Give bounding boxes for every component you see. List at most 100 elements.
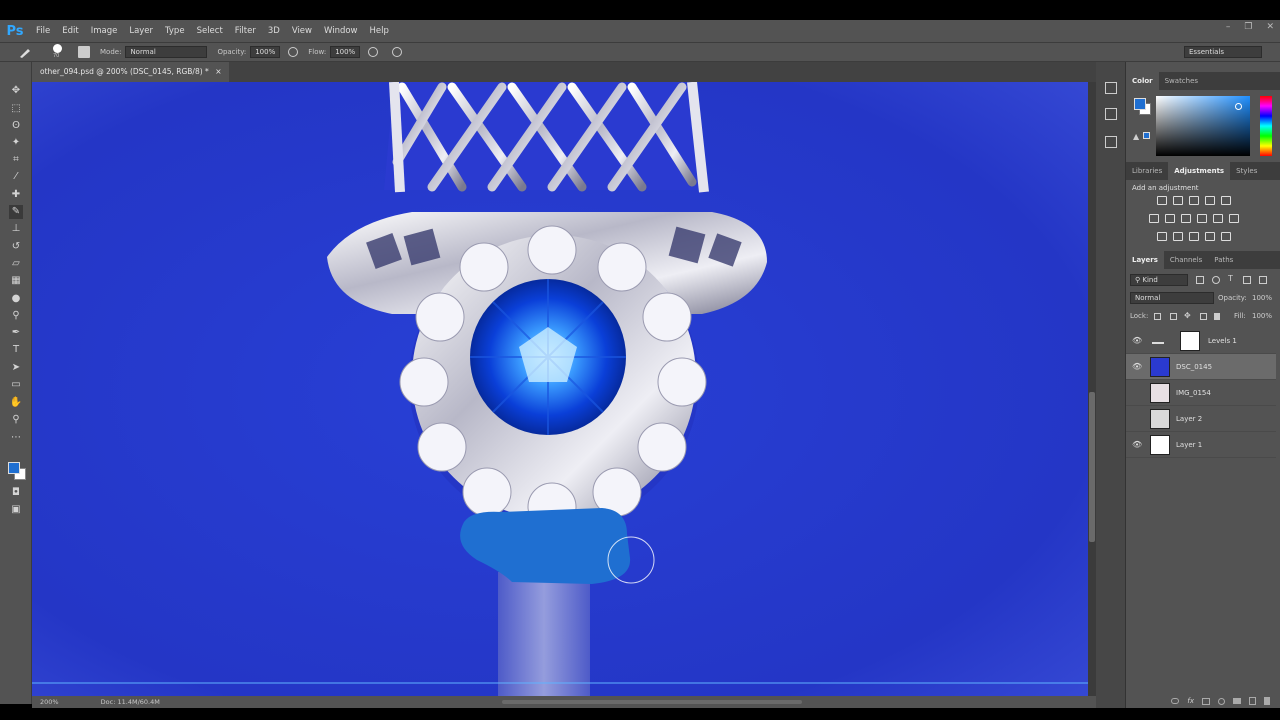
fill-value[interactable]: 100% xyxy=(1252,312,1272,320)
document-tab[interactable]: other_094.psd @ 200% (DSC_0145, RGB/8) *… xyxy=(32,62,230,82)
properties-panel-icon[interactable] xyxy=(1105,108,1117,120)
zoom-tool-icon[interactable]: ⚲ xyxy=(9,413,23,427)
posterize-icon[interactable] xyxy=(1173,232,1183,241)
eye-icon[interactable]: 👁 xyxy=(1132,440,1142,450)
dodge-tool-icon[interactable]: ⚲ xyxy=(9,309,23,323)
layer-filter-kind[interactable]: ⚲ Kind xyxy=(1130,274,1188,286)
color-picker-marker[interactable] xyxy=(1235,103,1242,110)
rectangle-tool-icon[interactable]: ▭ xyxy=(9,378,23,392)
menu-view[interactable]: View xyxy=(286,26,318,36)
tab-libraries[interactable]: Libraries xyxy=(1126,162,1168,180)
lock-all-icon[interactable] xyxy=(1214,313,1220,320)
layer-row-layer-2[interactable]: Layer 2 xyxy=(1126,406,1276,432)
more-tools-icon[interactable]: ⋯ xyxy=(9,431,23,445)
lock-position-icon[interactable]: ✥ xyxy=(1184,311,1191,320)
web-safe-swatch[interactable] xyxy=(1143,132,1150,139)
layer-row-layer-1[interactable]: 👁 Layer 1 xyxy=(1126,432,1276,458)
document-tab-close[interactable]: × xyxy=(215,67,221,76)
lock-transparent-icon[interactable] xyxy=(1154,313,1161,320)
zoom-level[interactable]: 200% xyxy=(40,698,59,706)
screen-mode-icon[interactable]: ▣ xyxy=(9,503,23,517)
color-lookup-icon[interactable] xyxy=(1229,214,1239,223)
menu-image[interactable]: Image xyxy=(85,26,124,36)
opacity-field[interactable]: 100% xyxy=(250,46,281,58)
lock-pixels-icon[interactable] xyxy=(1170,313,1177,320)
gradient-tool-icon[interactable]: ▦ xyxy=(9,274,23,288)
menu-file[interactable]: File xyxy=(30,26,56,36)
airbrush-icon[interactable] xyxy=(368,47,379,57)
filter-type-icon[interactable]: T xyxy=(1228,274,1233,283)
menu-layer[interactable]: Layer xyxy=(123,26,159,36)
brush-preset-picker[interactable]: 70 xyxy=(48,43,70,61)
filter-smart-icon[interactable] xyxy=(1259,276,1267,284)
curves-icon[interactable] xyxy=(1189,196,1199,205)
vertical-scroll-thumb[interactable] xyxy=(1089,392,1095,542)
layer-row-dsc-0145[interactable]: 👁 DSC_0145 xyxy=(1126,354,1276,380)
lock-artboard-icon[interactable] xyxy=(1200,313,1207,320)
color-balance-icon[interactable] xyxy=(1165,214,1175,223)
restore-button[interactable]: ❐ xyxy=(1244,22,1252,32)
new-adjustment-icon[interactable] xyxy=(1218,697,1225,705)
vibrance-icon[interactable] xyxy=(1221,196,1231,205)
brightness-icon[interactable] xyxy=(1157,196,1167,205)
tab-adjustments[interactable]: Adjustments xyxy=(1168,162,1231,180)
pen-tool-icon[interactable]: ✒ xyxy=(9,326,23,340)
invert-icon[interactable] xyxy=(1157,232,1167,241)
exposure-icon[interactable] xyxy=(1205,196,1215,205)
magic-wand-tool-icon[interactable]: ✦ xyxy=(9,136,23,150)
type-tool-icon[interactable]: T xyxy=(9,343,23,357)
close-button[interactable]: ✕ xyxy=(1266,22,1274,32)
delete-layer-icon[interactable] xyxy=(1264,697,1270,705)
menu-help[interactable]: Help xyxy=(364,26,395,36)
tab-channels[interactable]: Channels xyxy=(1164,251,1208,269)
add-mask-icon[interactable] xyxy=(1202,697,1210,705)
blend-mode-select[interactable]: Normal xyxy=(1130,292,1214,304)
menu-window[interactable]: Window xyxy=(318,26,364,36)
layer-row-levels-1[interactable]: 👁 Levels 1 xyxy=(1126,328,1276,354)
brush-tool-preset-icon[interactable] xyxy=(18,45,32,59)
quick-mask-icon[interactable]: ◘ xyxy=(9,486,23,500)
vertical-scrollbar[interactable] xyxy=(1088,82,1096,696)
horizontal-scroll-thumb[interactable] xyxy=(502,700,802,704)
character-panel-icon[interactable] xyxy=(1105,136,1117,148)
doc-info[interactable]: Doc: 11.4M/60.4M xyxy=(101,698,160,706)
marquee-tool-icon[interactable]: ⬚ xyxy=(9,102,23,116)
new-layer-icon[interactable] xyxy=(1249,697,1256,705)
threshold-icon[interactable] xyxy=(1189,232,1199,241)
selective-color-icon[interactable] xyxy=(1205,232,1215,241)
channel-mixer-icon[interactable] xyxy=(1213,214,1223,223)
hue-saturation-icon[interactable] xyxy=(1149,214,1159,223)
mode-select[interactable]: Normal xyxy=(125,46,208,58)
filter-pixel-icon[interactable] xyxy=(1196,276,1204,284)
layer-style-icon[interactable]: fx xyxy=(1187,697,1194,705)
workspace-select[interactable]: Essentials xyxy=(1184,46,1262,58)
eraser-tool-icon[interactable]: ▱ xyxy=(9,257,23,271)
menu-filter[interactable]: Filter xyxy=(229,26,262,36)
link-layers-icon[interactable] xyxy=(1171,698,1180,704)
layer-opacity-value[interactable]: 100% xyxy=(1252,294,1272,302)
layer-mask-thumbnail[interactable] xyxy=(1180,331,1200,351)
hue-slider[interactable] xyxy=(1260,96,1272,156)
tab-color[interactable]: Color xyxy=(1126,72,1159,90)
tab-swatches[interactable]: Swatches xyxy=(1159,72,1204,90)
eyedropper-tool-icon[interactable]: ⁄ xyxy=(9,170,23,184)
move-tool-icon[interactable]: ✥ xyxy=(9,84,23,98)
history-panel-icon[interactable] xyxy=(1105,82,1117,94)
crop-tool-icon[interactable]: ⌗ xyxy=(9,153,23,167)
menu-type[interactable]: Type xyxy=(159,26,191,36)
healing-brush-tool-icon[interactable]: ✚ xyxy=(9,188,23,202)
brush-panel-toggle-icon[interactable] xyxy=(78,46,90,58)
filter-adjustment-icon[interactable] xyxy=(1212,276,1220,284)
tab-layers[interactable]: Layers xyxy=(1126,251,1164,269)
flow-field[interactable]: 100% xyxy=(330,46,361,58)
layer-row-img-0154[interactable]: IMG_0154 xyxy=(1126,380,1276,406)
path-selection-tool-icon[interactable]: ➤ xyxy=(9,361,23,375)
document-canvas[interactable] xyxy=(32,82,1088,696)
history-brush-tool-icon[interactable]: ↺ xyxy=(9,240,23,254)
eye-icon[interactable]: 👁 xyxy=(1132,336,1142,346)
foreground-color-swatch[interactable] xyxy=(8,462,20,474)
levels-icon[interactable] xyxy=(1173,196,1183,205)
gradient-map-icon[interactable] xyxy=(1221,232,1231,241)
lasso-tool-icon[interactable]: ʘ xyxy=(9,119,23,133)
color-foreground-swatch[interactable] xyxy=(1134,98,1146,110)
